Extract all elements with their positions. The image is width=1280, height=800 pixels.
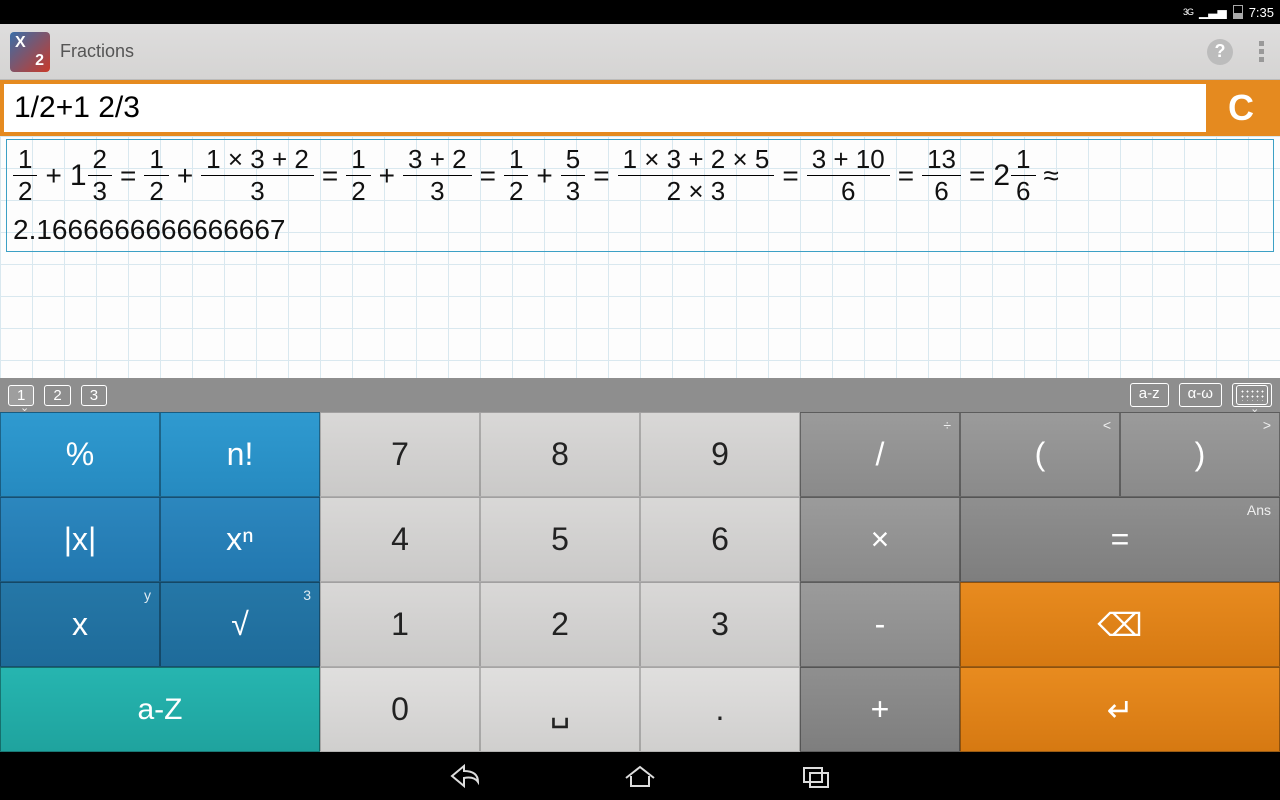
key-rparen[interactable]: )> <box>1120 412 1280 497</box>
key-lparen[interactable]: (< <box>960 412 1120 497</box>
key-divide[interactable]: /÷ <box>800 412 960 497</box>
key-0[interactable]: 0 <box>320 667 480 752</box>
key-7[interactable]: 7 <box>320 412 480 497</box>
key-alpha[interactable]: a-Z <box>0 667 320 752</box>
app-icon[interactable] <box>10 32 50 72</box>
key-5[interactable]: 5 <box>480 497 640 582</box>
clock: 7:35 <box>1249 5 1274 20</box>
key-power[interactable]: xⁿ <box>160 497 320 582</box>
key-1[interactable]: 1 <box>320 582 480 667</box>
key-4[interactable]: 4 <box>320 497 480 582</box>
key-dot[interactable]: . <box>640 667 800 752</box>
key-space[interactable]: ␣ <box>480 667 640 752</box>
key-6[interactable]: 6 <box>640 497 800 582</box>
android-status-bar: 3G ▁▃▅ 7:35 <box>0 0 1280 24</box>
key-8[interactable]: 8 <box>480 412 640 497</box>
keyboard-toggle[interactable] <box>1232 383 1272 407</box>
expression-input[interactable] <box>4 84 1206 132</box>
key-multiply[interactable]: × <box>800 497 960 582</box>
home-icon[interactable] <box>622 762 658 790</box>
expression-row: C <box>0 80 1280 136</box>
key-percent[interactable]: % <box>0 412 160 497</box>
key-9[interactable]: 9 <box>640 412 800 497</box>
help-button[interactable]: ? <box>1207 39 1233 65</box>
key-equals[interactable]: =Ans <box>960 497 1280 582</box>
result-box: 12+123=12+1 × 3 + 23=12+3 + 23=12+53=1 ×… <box>6 139 1274 252</box>
key-enter[interactable]: ↵ <box>960 667 1280 752</box>
app-title: Fractions <box>60 41 1197 62</box>
key-backspace[interactable]: ⌫ <box>960 582 1280 667</box>
mode-tab-alpha[interactable]: a-z <box>1130 383 1169 407</box>
keyboard-icon <box>1236 385 1268 405</box>
battery-icon <box>1233 5 1243 19</box>
solution-steps: 12+123=12+1 × 3 + 23=12+3 + 23=12+53=1 ×… <box>13 144 1267 207</box>
mode-tab-greek[interactable]: α-ω <box>1179 383 1222 407</box>
key-factorial[interactable]: n! <box>160 412 320 497</box>
android-nav-bar <box>0 752 1280 800</box>
keypad: % n! 7 8 9 /÷ (< )> |x| xⁿ 4 5 6 × =Ans … <box>0 412 1280 752</box>
key-sqrt[interactable]: √3 <box>160 582 320 667</box>
keyboard-mode-bar: 1 2 3 a-z α-ω <box>0 378 1280 412</box>
mode-tab-1[interactable]: 1 <box>8 385 34 406</box>
mode-tab-2[interactable]: 2 <box>44 385 70 406</box>
network-indicator: 3G <box>1183 7 1193 17</box>
work-area[interactable]: 12+123=12+1 × 3 + 23=12+3 + 23=12+53=1 ×… <box>0 136 1280 378</box>
app-toolbar: Fractions ? <box>0 24 1280 80</box>
mode-tab-3[interactable]: 3 <box>81 385 107 406</box>
clear-button[interactable]: C <box>1206 84 1276 132</box>
key-variable[interactable]: xy <box>0 582 160 667</box>
back-icon[interactable] <box>446 762 482 790</box>
recents-icon[interactable] <box>798 762 834 790</box>
key-plus[interactable]: + <box>800 667 960 752</box>
overflow-menu[interactable] <box>1253 35 1270 68</box>
key-3[interactable]: 3 <box>640 582 800 667</box>
key-abs[interactable]: |x| <box>0 497 160 582</box>
key-2[interactable]: 2 <box>480 582 640 667</box>
decimal-result: 2.1666666666666667 <box>13 213 1267 247</box>
key-minus[interactable]: - <box>800 582 960 667</box>
